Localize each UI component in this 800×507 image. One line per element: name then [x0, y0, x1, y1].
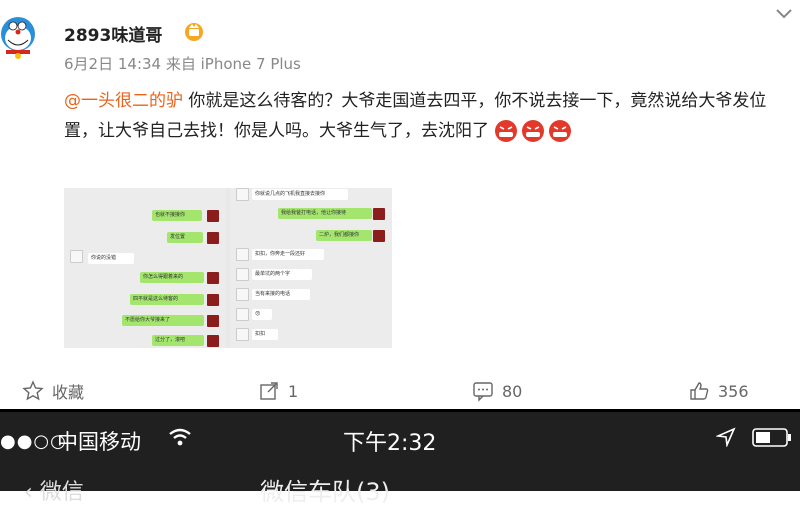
chat-bubble: 你怎么得跟着来的 [140, 272, 204, 283]
battery-icon [752, 428, 791, 447]
angry-face-icon [549, 120, 572, 142]
angry-face-icon [495, 120, 518, 142]
chat-avatar [207, 294, 219, 306]
thumbs-up-icon [690, 382, 709, 400]
like-count: 356 [718, 381, 749, 401]
avatar[interactable] [0, 10, 44, 68]
chat-avatar [236, 248, 249, 261]
chat-bubble: 我给我爸打电话，他让你接待 [278, 208, 372, 219]
chat-avatar [207, 272, 219, 284]
chat-avatar [236, 268, 249, 281]
repost-button[interactable]: 1 [258, 373, 298, 409]
weibo-post: 2893味道哥 6月2日 14:34 来自 iPhone 7 Plus @一头很… [0, 0, 800, 412]
chat-bubble: 你就说几点的飞机我直接去接你 [252, 189, 348, 200]
clock: 下午2:32 [343, 431, 437, 456]
chat-bubble: 你说的没错 [88, 253, 134, 264]
comment-icon [473, 382, 493, 402]
like-button[interactable]: 356 [688, 373, 749, 409]
favorite-label: 收藏 [52, 383, 85, 402]
chat-bubble: 不愿给你大爷接来了 [122, 315, 204, 326]
chat-bubble: 二炉，我们都接你 [316, 230, 372, 241]
chat-bubble: 扣扣，你奔走一段还好 [252, 249, 324, 260]
username[interactable]: 2893味道哥 [64, 21, 162, 46]
chat-bubble: 过分了，滚吧 [152, 335, 204, 346]
phone-screen: ●●○○ 中国移动 下午2:32 ‹ 微信 微信车队(3) [0, 412, 800, 506]
angry-face-icon [522, 120, 545, 142]
repost-count: 1 [288, 381, 299, 401]
chat-avatar [236, 188, 249, 201]
favorite-button[interactable]: 收藏 [22, 373, 84, 409]
chat-avatar [207, 335, 219, 347]
chat-avatar [236, 288, 249, 301]
chat-bubble: 发位置 [167, 232, 203, 243]
star-icon [22, 380, 44, 401]
post-meta: 6月2日 14:34 来自 iPhone 7 Plus [64, 55, 301, 73]
chat-avatar [236, 308, 249, 321]
chat-avatar [207, 210, 219, 222]
chat-screenshot-right[interactable]: 你就说几点的飞机我直接去接你 我给我爸打电话，他让你接待 二炉，我们都接你 扣扣… [230, 188, 392, 348]
chevron-down-icon[interactable] [774, 7, 794, 21]
action-bar: 收藏 1 80 356 [0, 373, 800, 409]
mention-link[interactable]: @一头很二的驴 [64, 91, 183, 111]
chat-screenshot-left[interactable]: 也就不接接你 发位置 你说的没错 你怎么得跟着来的 四平就是这么待客的 不愿给你… [64, 188, 226, 348]
chat-avatar [70, 250, 83, 263]
chat-bubble: 扣扣 [252, 329, 278, 340]
comment-button[interactable]: 80 [472, 373, 522, 409]
chat-avatar [207, 315, 219, 327]
chat-bubble: 当有来接的电话 [252, 289, 310, 300]
comment-count: 80 [502, 381, 523, 401]
chat-title: 微信车队(3) [260, 478, 390, 506]
attached-images[interactable]: 也就不接接你 发位置 你说的没错 你怎么得跟着来的 四平就是这么待客的 不愿给你… [64, 188, 392, 348]
chat-avatar [236, 328, 249, 341]
chat-avatar [373, 230, 385, 242]
chat-bubble: 😠 [252, 309, 272, 320]
location-arrow-icon [716, 427, 736, 447]
chat-bubble: 最单坑的两个字 [252, 269, 312, 280]
back-button[interactable]: ‹ 微信 [24, 474, 84, 506]
chat-bubble: 四平就是这么待客的 [130, 294, 204, 305]
chat-avatar [207, 232, 219, 244]
emoji-group [494, 116, 575, 146]
chat-avatar [373, 208, 385, 220]
chat-bubble: 也就不接接你 [152, 210, 202, 221]
carrier-name: 中国移动 [57, 430, 141, 454]
share-icon [260, 382, 278, 400]
wifi-icon [169, 428, 191, 446]
post-text: @一头很二的驴 你就是这么待客的？大爷走国道去四平，你不说去接一下，竟然说给大爷… [64, 86, 794, 146]
vip-badge-icon [185, 23, 203, 41]
